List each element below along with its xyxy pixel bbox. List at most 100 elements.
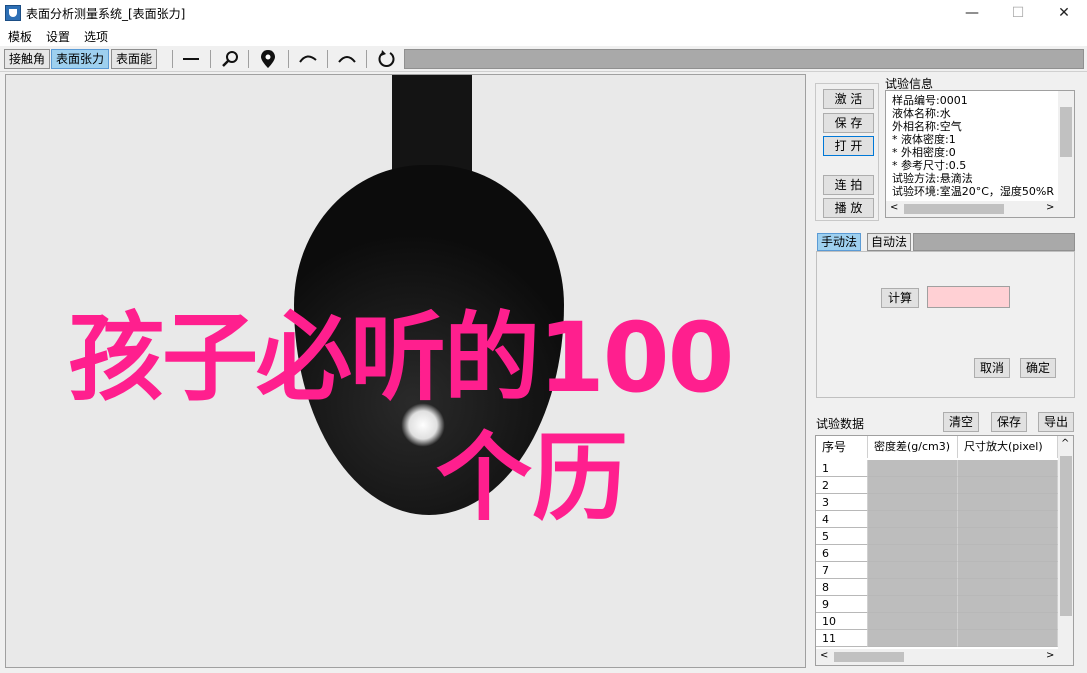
- scroll-thumb[interactable]: [1060, 107, 1072, 157]
- tab-surface-energy[interactable]: 表面能: [111, 49, 158, 69]
- column-header-index[interactable]: 序号: [816, 436, 868, 458]
- density-cell[interactable]: [868, 511, 958, 528]
- size-cell[interactable]: [958, 545, 1058, 562]
- info-line: 外相名称:空气: [892, 120, 962, 133]
- table-row-index[interactable]: 2: [816, 477, 868, 494]
- menu-settings[interactable]: 设置: [46, 28, 70, 45]
- scroll-thumb[interactable]: [834, 652, 904, 662]
- table-row-index[interactable]: 3: [816, 494, 868, 511]
- size-cell[interactable]: [958, 460, 1058, 477]
- scroll-left-icon[interactable]: <: [820, 650, 828, 661]
- info-vertical-scrollbar[interactable]: [1058, 91, 1074, 201]
- table-row-index[interactable]: 5: [816, 528, 868, 545]
- continuous-shoot-button[interactable]: 连 拍: [823, 175, 874, 195]
- density-cell[interactable]: [868, 613, 958, 630]
- toolbar-separator: [210, 50, 211, 68]
- table-row-index[interactable]: 11: [816, 630, 868, 647]
- density-cell[interactable]: [868, 528, 958, 545]
- scroll-thumb[interactable]: [904, 204, 1004, 214]
- info-line: * 参考尺寸:0.5: [892, 159, 967, 172]
- density-cell[interactable]: [868, 545, 958, 562]
- window-title: 表面分析测量系统_[表面张力]: [26, 7, 186, 21]
- column-header-size[interactable]: 尺寸放大(pixel): [958, 436, 1058, 458]
- size-cell[interactable]: [958, 477, 1058, 494]
- density-cell[interactable]: [868, 477, 958, 494]
- size-cell[interactable]: [958, 494, 1058, 511]
- table-row-index[interactable]: 7: [816, 562, 868, 579]
- title-bar: 表面分析测量系统_[表面张力] — ☐ ✕: [0, 0, 1087, 26]
- density-cell[interactable]: [868, 630, 958, 647]
- density-cell[interactable]: [868, 579, 958, 596]
- table-row-index[interactable]: 4: [816, 511, 868, 528]
- arc-left-icon[interactable]: [294, 48, 322, 70]
- size-cell[interactable]: [958, 511, 1058, 528]
- table-row-index[interactable]: 10: [816, 613, 868, 630]
- table-row-index[interactable]: 1: [816, 460, 868, 477]
- save-button[interactable]: 保 存: [823, 113, 874, 133]
- tab-contact-angle[interactable]: 接触角: [4, 49, 51, 69]
- maximize-button[interactable]: ☐: [995, 0, 1041, 26]
- activate-button[interactable]: 激 活: [823, 89, 874, 109]
- rotate-icon[interactable]: [372, 48, 400, 70]
- data-grid[interactable]: 序号 密度差(g/cm3) 尺寸放大(pixel) ^ < > 12345678…: [815, 435, 1074, 666]
- tab-strip-spacer: [913, 233, 1075, 251]
- location-pin-icon[interactable]: [254, 48, 282, 70]
- app-icon: [5, 5, 21, 21]
- scroll-left-icon[interactable]: <: [890, 202, 898, 213]
- overlay-text-line2: 个历: [436, 422, 628, 534]
- density-cell[interactable]: [868, 596, 958, 613]
- toolbar-separator: [327, 50, 328, 68]
- experiment-info-box[interactable]: 样品编号:0001 液体名称:水 外相名称:空气 * 液体密度:1 * 外相密度…: [885, 90, 1075, 218]
- size-cell[interactable]: [958, 630, 1058, 647]
- size-cell[interactable]: [958, 596, 1058, 613]
- minimize-button[interactable]: —: [949, 0, 995, 26]
- info-horizontal-scrollbar[interactable]: < >: [886, 201, 1074, 217]
- export-button[interactable]: 导出: [1038, 412, 1074, 432]
- clear-button[interactable]: 清空: [943, 412, 979, 432]
- table-row-index[interactable]: 6: [816, 545, 868, 562]
- open-button[interactable]: 打 开: [823, 136, 874, 156]
- tab-surface-tension[interactable]: 表面张力: [51, 49, 110, 69]
- density-cell[interactable]: [868, 460, 958, 477]
- info-line: 样品编号:0001: [892, 94, 968, 107]
- toolbar: 接触角 表面张力 表面能: [0, 46, 1087, 72]
- result-field[interactable]: [927, 286, 1010, 308]
- scroll-right-icon[interactable]: >: [1046, 202, 1054, 213]
- toolbar-separator: [248, 50, 249, 68]
- menu-template[interactable]: 模板: [8, 28, 32, 45]
- confirm-button[interactable]: 确定: [1020, 358, 1056, 378]
- toolbar-separator: [366, 50, 367, 68]
- play-button[interactable]: 播 放: [823, 198, 874, 218]
- image-canvas[interactable]: 孩子必听的100 个历: [5, 74, 806, 668]
- menu-options[interactable]: 选项: [84, 28, 108, 45]
- size-cell[interactable]: [958, 562, 1058, 579]
- close-button[interactable]: ✕: [1041, 0, 1087, 26]
- density-cell[interactable]: [868, 562, 958, 579]
- tab-auto-method[interactable]: 自动法: [867, 233, 912, 251]
- density-cell[interactable]: [868, 494, 958, 511]
- scroll-up-icon[interactable]: ^: [1061, 438, 1069, 449]
- column-header-density[interactable]: 密度差(g/cm3): [868, 436, 958, 458]
- grid-vertical-scrollbar[interactable]: ^: [1058, 436, 1073, 649]
- info-line: 试验方法:悬滴法: [892, 172, 973, 185]
- scroll-thumb[interactable]: [1060, 456, 1072, 616]
- toolbar-separator: [172, 50, 173, 68]
- cancel-button[interactable]: 取消: [974, 358, 1010, 378]
- size-cell[interactable]: [958, 579, 1058, 596]
- tab-manual-method[interactable]: 手动法: [817, 233, 862, 251]
- size-cell[interactable]: [958, 613, 1058, 630]
- size-cell[interactable]: [958, 528, 1058, 545]
- arc-icon[interactable]: [333, 48, 361, 70]
- table-row-index[interactable]: 8: [816, 579, 868, 596]
- toolbar-spacer: [404, 49, 1084, 69]
- table-row-index[interactable]: 9: [816, 596, 868, 613]
- grid-horizontal-scrollbar[interactable]: < >: [816, 649, 1073, 665]
- experiment-data-label: 试验数据: [816, 417, 865, 431]
- scroll-right-icon[interactable]: >: [1046, 650, 1054, 661]
- magnifier-icon[interactable]: [216, 48, 244, 70]
- calculate-button[interactable]: 计算: [881, 288, 919, 308]
- overlay-text-line1: 孩子必听的100: [68, 302, 734, 414]
- info-line: * 液体密度:1: [892, 133, 956, 146]
- save-data-button[interactable]: 保存: [991, 412, 1027, 432]
- line-tool-icon[interactable]: [177, 48, 205, 70]
